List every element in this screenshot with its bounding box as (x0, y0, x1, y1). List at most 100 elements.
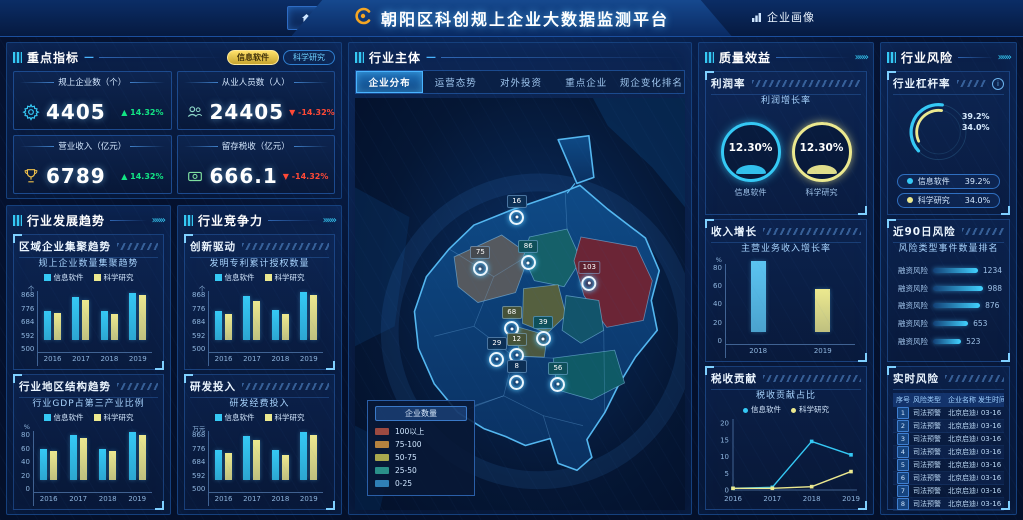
y-axis: %806040200 (21, 431, 33, 506)
bar-group: 2019 (790, 264, 855, 359)
tab-运营态势[interactable]: 运营态势 (423, 71, 488, 93)
category-toggles: 信息软件科学研究 (227, 50, 335, 65)
map-marker-68[interactable]: 68 (502, 306, 522, 336)
chart-legend: 信息软件科学研究 (190, 411, 329, 423)
panel-flag-icon (184, 215, 193, 226)
map-legend-item: 0-25 (375, 477, 467, 490)
risk-rank-row: 融资风险 653 (895, 318, 1002, 329)
bar-group: 2017 (63, 431, 93, 506)
risk-type-label: 融资风险 (895, 283, 928, 294)
chart-title: 风险类型事件数量排名 (893, 243, 1004, 256)
y-axis: %806040200 (713, 264, 725, 359)
y-axis: 个868776684592500 (21, 291, 37, 366)
more-arrows[interactable]: »»» (998, 52, 1010, 63)
map-marker-16[interactable]: 16 (507, 195, 527, 225)
map-marker-103[interactable]: 103 (579, 261, 600, 291)
risk-table-row[interactable]: 6 司法预警 北京启迪卓越科技有限公司 03-16 (893, 472, 1004, 485)
indicator-delta: ▼ -14.32% (283, 172, 329, 181)
profit-box: 利润率 利润增长率 12.30% 信息软件 12.30% 科学研究 (705, 71, 867, 215)
info-icon[interactable]: i (992, 78, 1004, 90)
bar-group: 2018 (726, 264, 791, 359)
risk-rank-row: 融资风险 988 (895, 283, 1002, 294)
bar-group: 2018 (93, 431, 123, 506)
bar-group: 2018 (95, 291, 123, 366)
tab-重点企业[interactable]: 重点企业 (554, 71, 619, 93)
leverage-values: 39.2%34.0% (962, 111, 990, 133)
map-marker-56[interactable]: 56 (548, 362, 568, 392)
tax-box: 税收贡献 税收贡献占比 信息软件科学研究20151050201620172018… (705, 366, 867, 510)
risk-table-row[interactable]: 8 司法预警 北京启迪卓越科技有限公司 03-16 (893, 498, 1004, 511)
risk-table-row[interactable]: 5 司法预警 北京启迪卓越科技有限公司 03-16 (893, 459, 1004, 472)
risk-count: 653 (973, 319, 987, 328)
bar-group: 2019 (122, 431, 152, 506)
leverage-donut: 39.2%34.0%信息软件39.2%科学研究34.0% (893, 95, 1004, 211)
map-marker-12[interactable]: 12 (507, 333, 527, 363)
panel-competitiveness: 行业竞争力 »»» 创新驱动 发明专利累计授权数量 信息软件科学研究个86877… (177, 205, 342, 515)
y-axis-unit: % (24, 423, 30, 431)
risk-table-row[interactable]: 4 司法预警 北京启迪卓越科技有限公司 03-16 (893, 446, 1004, 459)
tab-对外投资[interactable]: 对外投资 (488, 71, 553, 93)
risk-table-row[interactable]: 1 司法预警 北京启迪卓越科技有限公司 03-16 (893, 407, 1004, 420)
chart-title: 行业GDP占第三产业比例 (19, 398, 158, 411)
risk-type-label: 融资风险 (895, 265, 928, 276)
chart-title: 规上企业数量集聚趋势 (19, 258, 158, 271)
nav-enterprise-portrait[interactable]: 企业画像 (738, 6, 827, 28)
leverage-legend-item: 科学研究34.0% (897, 193, 1000, 208)
y-axis-unit: 万元 (192, 423, 205, 433)
bar-chart-icon (750, 11, 762, 23)
bar-group: 2017 (67, 291, 95, 366)
pin-icon (509, 375, 524, 390)
panel-industry-trend: 行业发展趋势 »»» 区域企业集聚趋势 规上企业数量集聚趋势 信息软件科学研究个… (6, 205, 171, 515)
indicator-cards: 规上企业数（个） 4405 ▲ 14.32% 从业人员数（人） 24405 ▼ … (13, 71, 335, 194)
pin-icon (509, 210, 524, 225)
panel-title: 行业竞争力 (198, 212, 263, 229)
legend-item: 科学研究 (265, 412, 305, 423)
chart-legend: 信息软件科学研究 (19, 271, 158, 283)
people-icon (185, 102, 205, 122)
map-marker-29[interactable]: 29 (487, 337, 507, 367)
svg-text:2018: 2018 (803, 495, 821, 503)
chart-legend: 信息软件科学研究 (711, 403, 861, 415)
svg-text:20: 20 (720, 420, 729, 428)
risk-count: 523 (966, 337, 980, 346)
indicator-value: 666.1 (210, 164, 278, 188)
tab-企业分布[interactable]: 企业分布 (356, 71, 423, 93)
risk-table-row[interactable]: 7 司法预警 北京启迪卓越科技有限公司 03-16 (893, 485, 1004, 498)
panel-flag-icon (355, 52, 364, 63)
tab-规企变化排名[interactable]: 规企变化排名 (619, 71, 684, 93)
top-header: 行业概览 朝阳区科创规上企业大数据监测平台 企业画像 (0, 0, 1023, 37)
more-arrows[interactable]: »»» (152, 215, 164, 226)
section-title: 行业地区结构趋势 (19, 379, 111, 394)
y-axis-unit: 个 (199, 283, 206, 293)
y-axis-unit: % (716, 256, 722, 264)
more-arrows[interactable]: »»» (855, 52, 867, 63)
toggle-科学研究[interactable]: 科学研究 (283, 50, 335, 65)
indicator-card-1: 从业人员数（人） 24405 ▼ -14.32% (177, 71, 336, 130)
indicator-value: 4405 (46, 100, 106, 124)
map-marker-39[interactable]: 39 (533, 316, 553, 346)
more-arrows[interactable]: »»» (323, 215, 335, 226)
risk-table-row[interactable]: 3 司法预警 北京启迪卓越科技有限公司 03-16 (893, 433, 1004, 446)
district-map[interactable]: 16 75 86 103 68 39 (355, 98, 685, 510)
indicator-delta: ▲ 14.32% (121, 108, 163, 117)
income-bar-chart: %80604020020182019 (711, 256, 861, 359)
pin-icon (536, 331, 551, 346)
innovation-box: 创新驱动 发明专利累计授权数量 信息软件科学研究个868776684592500… (184, 234, 335, 370)
legend-item: 信息软件 (215, 412, 255, 423)
map-marker-75[interactable]: 75 (470, 246, 490, 276)
chart-legend: 信息软件科学研究 (19, 411, 158, 423)
toggle-信息软件[interactable]: 信息软件 (227, 50, 279, 65)
main-area: 重点指标 — 信息软件科学研究 规上企业数（个） 4405 ▲ 14.32% 从… (0, 37, 1023, 520)
industry-main-tabs: 企业分布运营态势对外投资重点企业规企变化排名 (355, 70, 685, 94)
map-marker-8[interactable]: 8 (507, 360, 527, 390)
legend-item: 科学研究 (791, 404, 829, 415)
legend-item: 科学研究 (94, 272, 134, 283)
chart-title: 税收贡献占比 (711, 390, 861, 403)
risk-table-row[interactable]: 2 司法预警 北京启迪卓越科技有限公司 03-16 (893, 420, 1004, 433)
map-legend-item: 25-50 (375, 464, 467, 477)
svg-text:5: 5 (725, 470, 729, 478)
hatch-decoration (242, 243, 329, 250)
map-marker-86[interactable]: 86 (518, 240, 538, 270)
map-legend-title: 企业数量 (375, 406, 467, 421)
panel-title: 重点指标 (27, 49, 79, 66)
